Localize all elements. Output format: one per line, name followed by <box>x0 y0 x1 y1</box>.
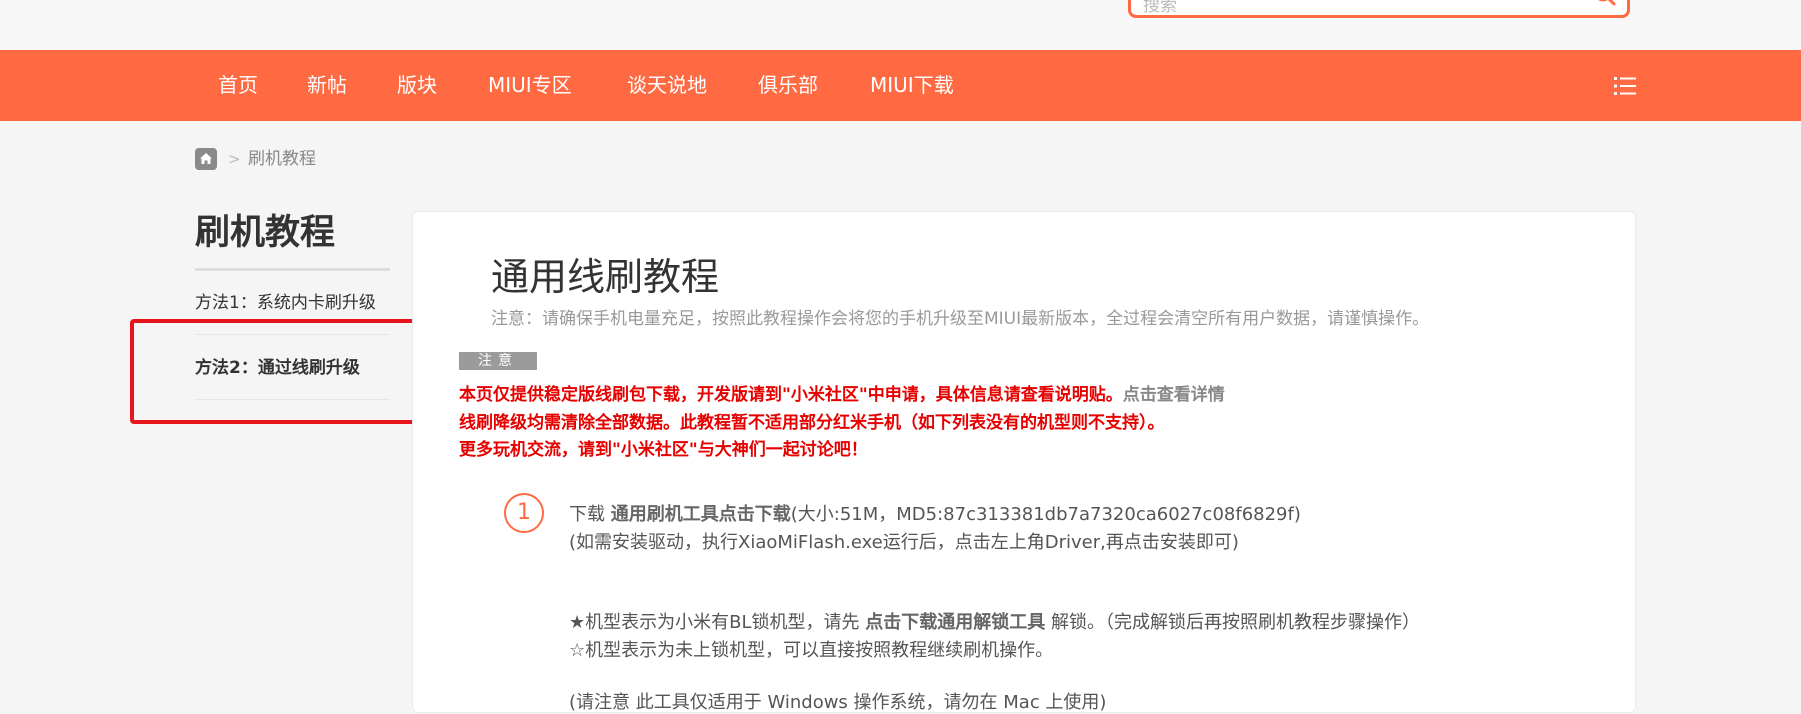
step-download-prefix: 下载 <box>569 504 611 525</box>
page-title: 通用线刷教程 <box>491 255 720 299</box>
download-unlock-tool-link[interactable]: 点击下载通用解锁工具 <box>865 612 1045 633</box>
notice-badge: 注意 <box>459 352 537 370</box>
sidebar-title: 刷机教程 <box>195 213 336 253</box>
nav-item-home[interactable]: 首页 <box>218 50 258 121</box>
notice-text-1: 本页仅提供稳定版线刷包下载，开发版请到"小米社区"中申请，具体信息请查看说明贴。 <box>459 385 1123 405</box>
nav-item-club[interactable]: 俱乐部 <box>758 50 818 121</box>
notice-line-3: 更多玩机交流，请到"小米社区"与大神们一起讨论吧！ <box>459 440 868 460</box>
step-download-info: (大小:51M，MD5:87c313381db7a7320ca6027c08f6… <box>790 504 1301 525</box>
nav-item-miui-download[interactable]: MIUI下载 <box>870 50 954 121</box>
bl-lock-suffix: 解锁。（完成解锁后再按照刷机教程步骤操作） <box>1045 612 1420 633</box>
search-icon[interactable] <box>1593 0 1617 9</box>
sidebar-divider <box>195 268 390 271</box>
sidebar-item-method-1[interactable]: 方法1：系统内卡刷升级 <box>195 290 390 335</box>
page-subtitle: 注意：请确保手机电量充足，按照此教程操作会将您的手机升级至MIUI最新版本，全过… <box>491 309 1430 329</box>
menu-icon[interactable] <box>1614 75 1636 97</box>
nav-item-forums[interactable]: 版块 <box>397 50 437 121</box>
breadcrumb-separator: > <box>228 150 241 168</box>
nav-item-chat[interactable]: 谈天说地 <box>627 50 707 121</box>
notice-line-2: 线刷降级均需清除全部数据。此教程暂不适用部分红米手机（如下列表没有的机型则不支持… <box>459 413 1165 433</box>
sidebar-item-method-2[interactable]: 方法2：通过线刷升级 <box>195 355 390 400</box>
nav-item-new-posts[interactable]: 新帖 <box>307 50 347 121</box>
search-box[interactable] <box>1128 0 1630 18</box>
bl-lock-prefix: ★机型表示为小米有BL锁机型，请先 <box>569 612 866 633</box>
top-header <box>0 0 1801 50</box>
view-details-link[interactable]: 点击查看详情 <box>1123 385 1225 405</box>
nav-item-miui-zone[interactable]: MIUI专区 <box>488 50 572 121</box>
bl-lock-note: ★机型表示为小米有BL锁机型，请先 点击下载通用解锁工具 解锁。（完成解锁后再按… <box>569 608 1420 634</box>
breadcrumb-current[interactable]: 刷机教程 <box>248 148 316 170</box>
step-download-line: 下载 通用刷机工具点击下载(大小:51M，MD5:87c313381db7a73… <box>569 500 1301 526</box>
home-icon[interactable] <box>195 148 217 170</box>
step-driver-note: (如需安装驱动，执行XiaoMiFlash.exe运行后，点击左上角Driver… <box>569 532 1239 553</box>
unlocked-note: ☆机型表示为未上锁机型，可以直接按照教程继续刷机操作。 <box>569 640 1054 661</box>
notice-line-1: 本页仅提供稳定版线刷包下载，开发版请到"小米社区"中申请，具体信息请查看说明贴。… <box>459 380 1225 405</box>
main-nav: 首页 新帖 版块 MIUI专区 谈天说地 俱乐部 MIUI下载 <box>0 50 1801 121</box>
windows-only-note: (请注意 此工具仅适用于 Windows 操作系统，请勿在 Mac 上使用) <box>569 692 1107 713</box>
search-input[interactable] <box>1143 0 1583 17</box>
step-number-badge: 1 <box>504 493 544 533</box>
download-flash-tool-link[interactable]: 通用刷机工具点击下载 <box>611 504 791 525</box>
